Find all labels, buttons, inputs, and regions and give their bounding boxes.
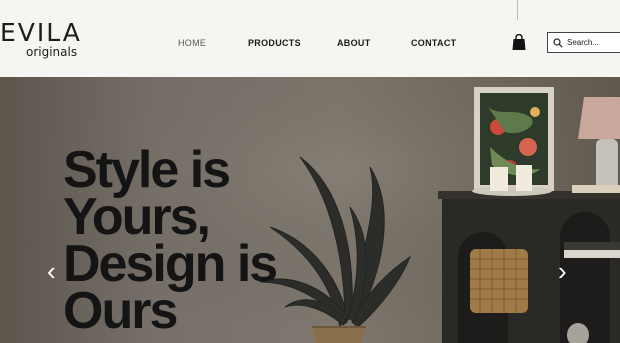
nav-about[interactable]: ABOUT — [337, 38, 371, 48]
search-box[interactable]: Search... — [547, 32, 620, 53]
search-icon — [553, 38, 563, 48]
hero-slideshow: Style is Yours, Design is Ours ‹ › — [0, 77, 620, 343]
search-input[interactable]: Search... — [567, 38, 599, 47]
brand-logo[interactable]: EVILA — [0, 20, 82, 45]
hero-headline: Style is Yours, Design is Ours — [63, 141, 278, 340]
nav-home[interactable]: HOME — [178, 38, 206, 48]
nav-contact[interactable]: CONTACT — [411, 38, 456, 48]
brand-tagline: originals — [26, 45, 78, 59]
shopping-bag-icon[interactable] — [512, 34, 526, 50]
chevron-left-icon[interactable]: ‹ — [47, 258, 56, 284]
header-divider — [517, 0, 518, 20]
chevron-right-icon[interactable]: › — [558, 258, 567, 284]
nav-products[interactable]: PRODUCTS — [248, 38, 301, 48]
site-header: EVILA originals HOME PRODUCTS ABOUT CONT… — [0, 0, 620, 77]
